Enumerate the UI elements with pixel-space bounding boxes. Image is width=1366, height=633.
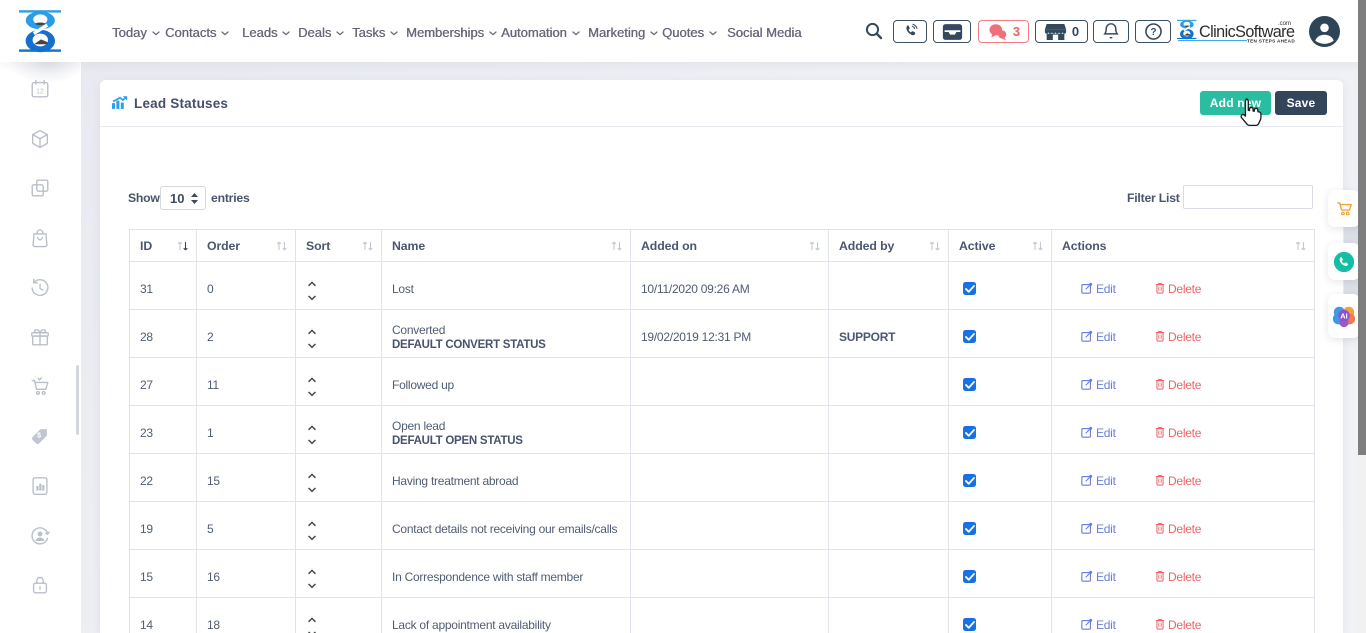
svg-text:TEN STEPS AHEAD: TEN STEPS AHEAD: [1247, 39, 1295, 44]
svg-text:12: 12: [36, 89, 44, 96]
svg-text:AI: AI: [1340, 311, 1347, 320]
svg-text:?: ?: [1150, 27, 1156, 38]
svg-text:.com: .com: [1278, 21, 1291, 27]
svg-text:$: $: [37, 430, 41, 439]
